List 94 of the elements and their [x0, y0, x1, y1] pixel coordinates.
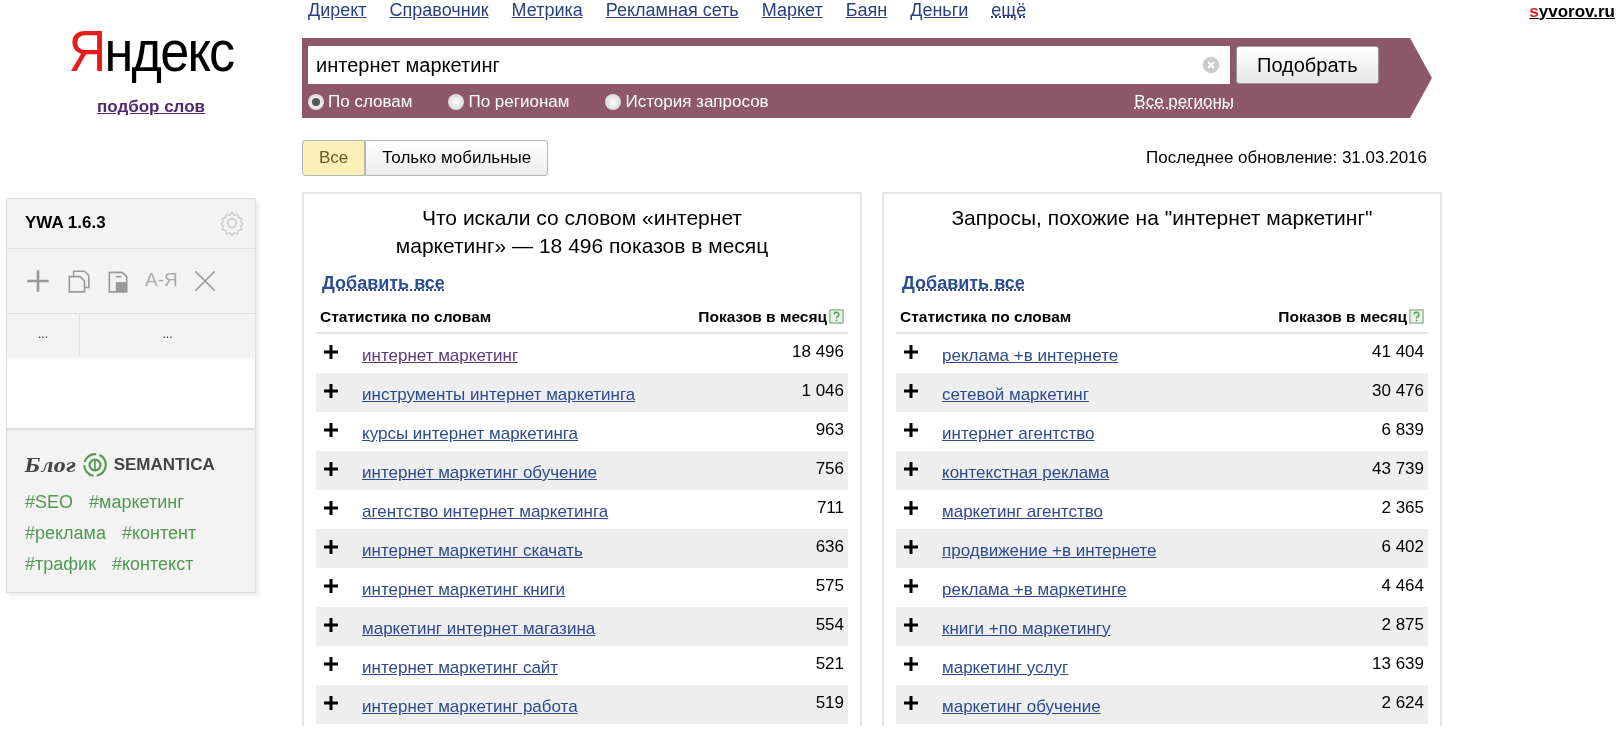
plugin-title: YWA 1.6.3 — [25, 212, 106, 235]
column-header: Показов в месяц — [1278, 306, 1407, 327]
phrase-link[interactable]: интернет маркетинг — [362, 342, 519, 369]
count-text: 13 639 — [1372, 652, 1424, 675]
plus-icon[interactable] — [904, 617, 918, 632]
count-text: 43 739 — [1372, 457, 1424, 480]
phrase-link[interactable]: интернет агентство — [942, 420, 1095, 447]
column-header: ... — [7, 313, 80, 355]
plus-icon[interactable] — [904, 695, 918, 710]
plus-icon[interactable] — [324, 617, 338, 632]
plus-icon[interactable] — [324, 383, 338, 398]
count-text: 6 402 — [1381, 535, 1424, 558]
plus-icon[interactable] — [904, 383, 918, 398]
filter-tab[interactable]: Все — [302, 140, 366, 176]
count-text: 2 365 — [1381, 496, 1424, 519]
plus-icon[interactable] — [904, 539, 918, 554]
add-all-link[interactable]: Добавить все — [902, 269, 1025, 297]
more-link[interactable]: ещё — [991, 0, 1027, 20]
phrase-link[interactable]: книги +по маркетингу — [942, 615, 1111, 642]
plus-icon[interactable] — [324, 539, 338, 554]
column-header: ... — [161, 326, 174, 343]
search-field[interactable]: интернет маркетинг — [308, 46, 1230, 84]
help-icon[interactable] — [1409, 308, 1424, 324]
phrase-link[interactable]: интернет маркетинг работа — [362, 693, 578, 720]
plus-icon[interactable] — [324, 695, 338, 710]
phrase-link[interactable]: инструменты интернет маркетинга — [362, 381, 636, 408]
plus-icon[interactable] — [324, 344, 338, 359]
plus-icon[interactable] — [324, 578, 338, 593]
plus-icon[interactable] — [904, 344, 918, 359]
add-all-link[interactable]: Добавить все — [322, 269, 445, 297]
count-text: 18 496 — [792, 340, 844, 363]
phrase-link[interactable]: агентство интернет маркетинга — [362, 498, 609, 525]
phrase-link[interactable]: маркетинг интернет магазина — [362, 615, 596, 642]
count-text: 521 — [815, 652, 844, 675]
site-link[interactable]: syvorov.ru — [1529, 2, 1619, 21]
help-icon[interactable] — [829, 308, 844, 324]
phrase-link[interactable]: маркетинг услуг — [942, 654, 1069, 681]
count-text: 4 464 — [1381, 574, 1424, 597]
count-text: 575 — [815, 574, 844, 597]
nav-link[interactable]: Баян — [845, 0, 888, 20]
count-text: 30 476 — [1372, 379, 1424, 402]
count-text: 2 624 — [1381, 691, 1424, 714]
nav-link[interactable]: Метрика — [511, 0, 583, 20]
plus-icon[interactable] — [904, 578, 918, 593]
count-text: 6 839 — [1381, 418, 1424, 441]
plus-icon[interactable] — [324, 656, 338, 671]
nav-link[interactable]: Директ — [308, 0, 367, 20]
card-title: Запросы, похожие на "интернет маркетинг" — [950, 204, 1374, 231]
phrase-link[interactable]: контекстная реклама — [942, 459, 1110, 486]
phrase-link[interactable]: интернет маркетинг сайт — [362, 654, 559, 681]
brand-name: SEMANTICA — [113, 454, 215, 477]
count-text: 711 — [816, 496, 844, 519]
column-header: Статистика по словам — [320, 306, 492, 327]
nav-link[interactable]: Деньги — [910, 0, 969, 20]
phrase-link[interactable]: маркетинг агентство — [942, 498, 1103, 525]
column-header: Статистика по словам — [900, 306, 1072, 327]
count-text: 963 — [815, 418, 844, 441]
card-title: Что искали со словом «интернет маркетинг» — 18 496 показов в месяц — [394, 204, 770, 259]
phrase-link[interactable]: реклама +в маркетинге — [942, 576, 1127, 603]
plus-icon[interactable] — [904, 422, 918, 437]
last-update-text: Последнее обновление: 31.03.2016 — [1145, 147, 1427, 169]
blog-label: Блог — [25, 453, 76, 478]
nav-link[interactable]: Маркет — [761, 0, 823, 20]
radio-option[interactable]: По регионам — [448, 89, 570, 115]
filter-tab[interactable]: Только мобильные — [365, 140, 549, 176]
plus-icon[interactable] — [324, 461, 338, 476]
subtitle-link[interactable]: подбор слов — [96, 97, 206, 116]
phrase-link[interactable]: интернет маркетинг скачать — [362, 537, 583, 564]
phrase-link[interactable]: продвижение +в интернете — [942, 537, 1157, 564]
plus-icon[interactable] — [904, 500, 918, 515]
radio-option[interactable]: По словам — [308, 89, 413, 115]
count-text: 756 — [815, 457, 844, 480]
phrase-link[interactable]: сетевой маркетинг — [942, 381, 1089, 408]
plus-icon[interactable] — [904, 461, 918, 476]
nav-link[interactable]: Справочник — [389, 0, 489, 20]
plus-icon[interactable] — [904, 656, 918, 671]
phrase-link[interactable]: интернет маркетинг обучение — [362, 459, 597, 486]
plus-icon[interactable] — [324, 500, 338, 515]
submit-button[interactable]: Подобрать — [1236, 46, 1379, 84]
column-header: Показов в месяц — [698, 306, 827, 327]
phrase-link[interactable]: интернет маркетинг книги — [362, 576, 565, 603]
phrase-link[interactable]: реклама +в интернете — [942, 342, 1119, 369]
phrase-link[interactable]: маркетинг обучение — [942, 693, 1101, 720]
phrase-link[interactable]: курсы интернет маркетинга — [362, 420, 579, 447]
plus-icon[interactable] — [324, 422, 338, 437]
count-text: 519 — [815, 691, 844, 714]
nav-link[interactable]: Рекламная сеть — [605, 0, 739, 20]
count-text: 2 875 — [1381, 613, 1424, 636]
radio-option[interactable]: История запросов — [605, 89, 769, 115]
count-text: 636 — [815, 535, 844, 558]
count-text: 1 046 — [801, 379, 844, 402]
region-link[interactable]: Все регионы — [1134, 89, 1234, 115]
count-text: 41 404 — [1372, 340, 1424, 363]
count-text: 554 — [815, 613, 844, 636]
